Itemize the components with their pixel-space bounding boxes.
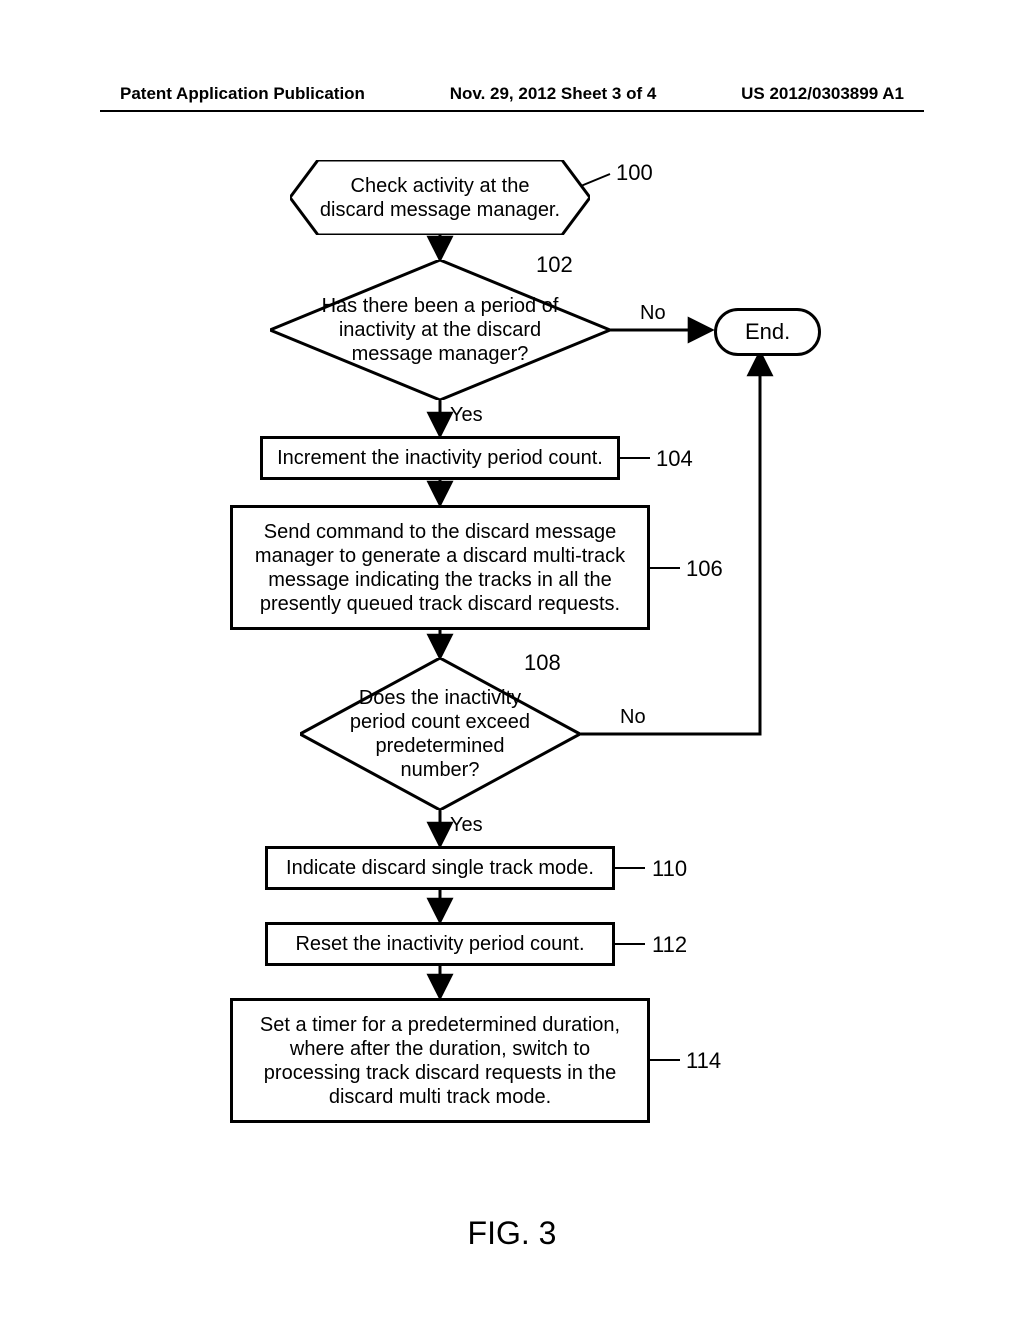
ref-100: 100 — [616, 160, 653, 186]
node-indicate-single-mode: Indicate discard single track mode. — [265, 846, 615, 890]
figure-label: FIG. 3 — [0, 1215, 1024, 1252]
header-rule — [100, 110, 924, 112]
page: Patent Application Publication Nov. 29, … — [0, 0, 1024, 1320]
ref-102: 102 — [536, 252, 573, 278]
header-right: US 2012/0303899 A1 — [741, 84, 904, 104]
node-increment-count-label: Increment the inactivity period count. — [277, 446, 603, 470]
node-check-activity-label: Check activity at the discard message ma… — [290, 174, 590, 222]
ref-104: 104 — [656, 446, 693, 472]
node-indicate-single-mode-label: Indicate discard single track mode. — [286, 856, 594, 880]
ref-108: 108 — [524, 650, 561, 676]
node-count-exceeds-decision-label: Does the inactivity period count exceed … — [300, 686, 580, 782]
label-102-yes: Yes — [450, 404, 483, 427]
node-inactivity-decision-label: Has there been a period of inactivity at… — [270, 294, 610, 366]
node-check-activity: Check activity at the discard message ma… — [290, 160, 590, 235]
node-reset-count-label: Reset the inactivity period count. — [295, 932, 584, 956]
page-header: Patent Application Publication Nov. 29, … — [0, 84, 1024, 104]
node-end: End. — [714, 308, 821, 356]
label-108-no: No — [620, 706, 646, 729]
node-increment-count: Increment the inactivity period count. — [260, 436, 620, 480]
node-reset-count: Reset the inactivity period count. — [265, 922, 615, 966]
flowchart: Check activity at the discard message ma… — [180, 160, 860, 1200]
node-send-command-label: Send command to the discard message mana… — [245, 520, 635, 616]
ref-110: 110 — [652, 856, 687, 882]
header-center: Nov. 29, 2012 Sheet 3 of 4 — [450, 84, 657, 104]
ref-114: 114 — [686, 1048, 721, 1074]
ref-112: 112 — [652, 932, 687, 958]
node-send-command: Send command to the discard message mana… — [230, 505, 650, 630]
ref-106: 106 — [686, 556, 723, 582]
node-count-exceeds-decision: Does the inactivity period count exceed … — [300, 658, 580, 810]
node-end-label: End. — [745, 319, 790, 345]
node-set-timer: Set a timer for a predetermined duration… — [230, 998, 650, 1123]
node-set-timer-label: Set a timer for a predetermined duration… — [247, 1013, 633, 1109]
header-left: Patent Application Publication — [120, 84, 365, 104]
label-108-yes: Yes — [450, 814, 483, 837]
label-102-no: No — [640, 302, 666, 325]
node-inactivity-decision: Has there been a period of inactivity at… — [270, 260, 610, 400]
